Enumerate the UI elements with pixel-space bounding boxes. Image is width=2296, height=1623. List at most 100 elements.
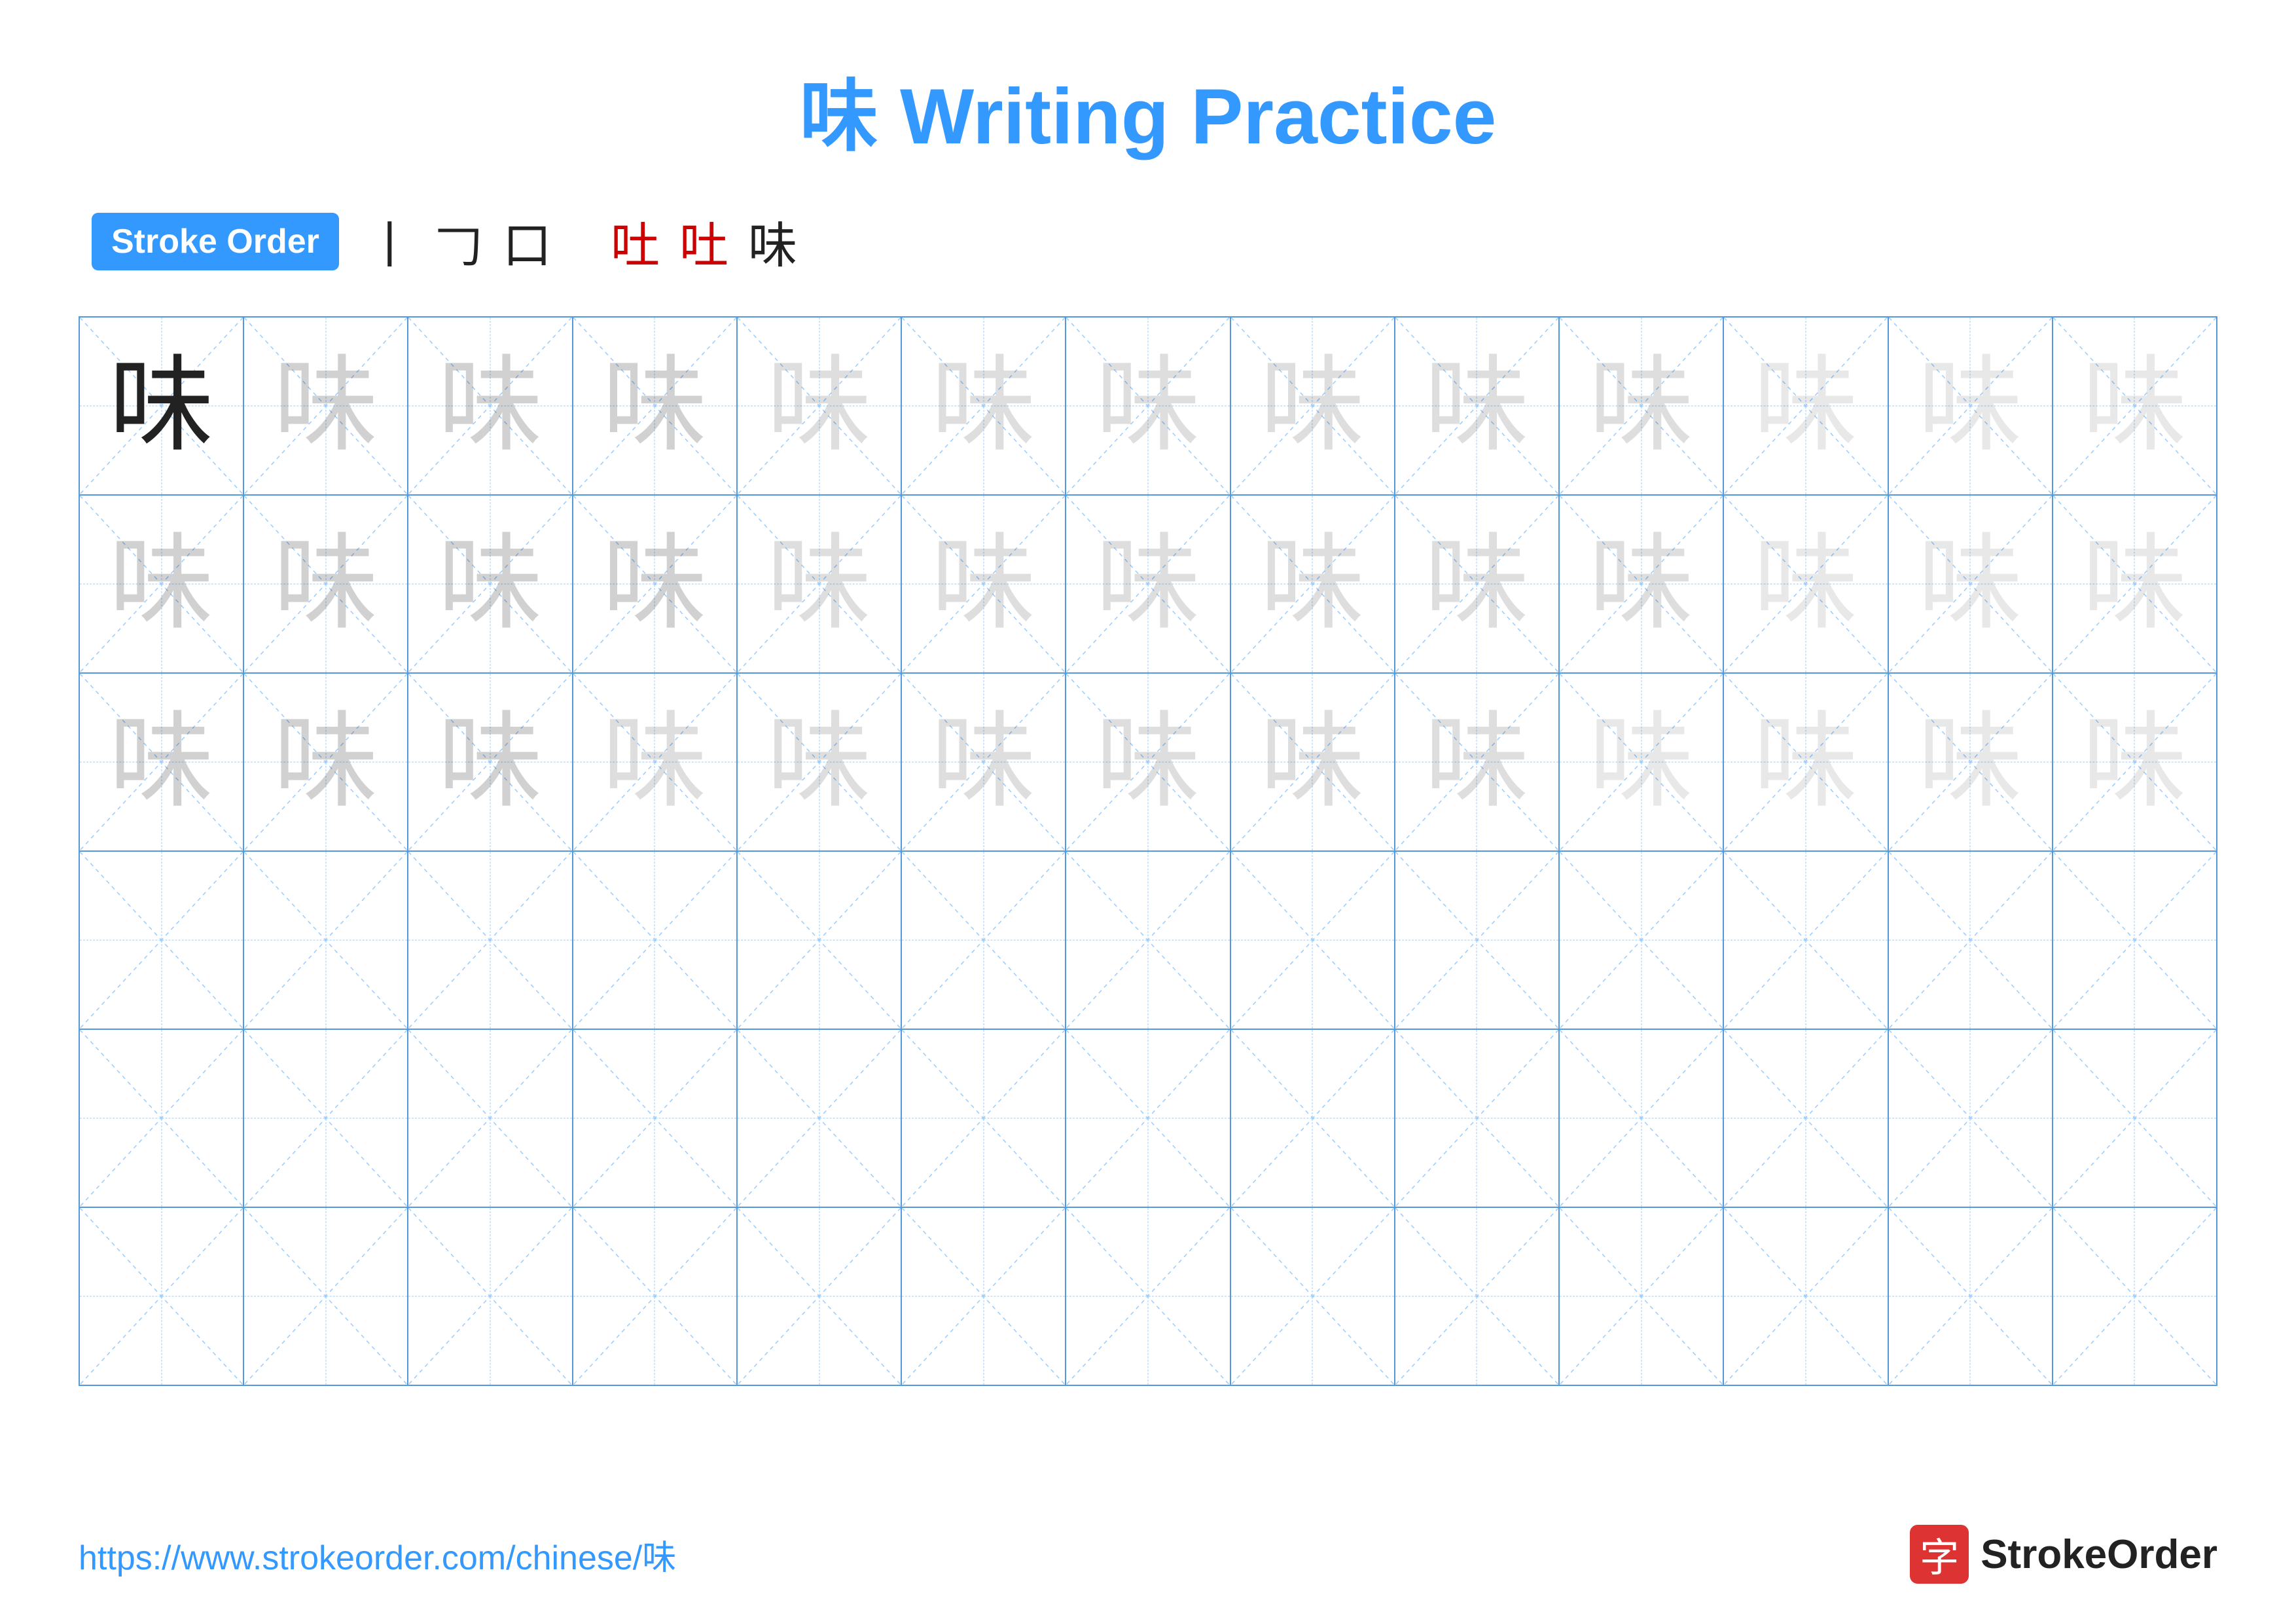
grid-cell — [902, 1208, 1066, 1385]
grid-cell: 味 — [1560, 318, 1724, 494]
grid-cell: 味 — [1724, 496, 1888, 672]
grid-cell: 味 — [738, 318, 902, 494]
grid-cell: 味 — [902, 318, 1066, 494]
grid-cell — [2053, 1030, 2216, 1207]
grid-cell — [408, 1208, 573, 1385]
stroke-order-badge: Stroke Order — [92, 213, 339, 270]
cell-character: 味 — [1096, 354, 1200, 458]
grid-cell: 味 — [80, 496, 244, 672]
grid-cell — [1231, 1030, 1395, 1207]
page: 味 Writing Practice Stroke Order 丨 𠃌 口 𠃎 … — [0, 0, 2296, 1623]
grid-cell — [738, 852, 902, 1029]
grid-cell: 味 — [408, 496, 573, 672]
grid-cell — [2053, 852, 2216, 1029]
footer-url[interactable]: https://www.strokeorder.com/chinese/味 — [79, 1530, 676, 1579]
grid-cell: 味 — [1066, 496, 1230, 672]
grid-cell — [244, 852, 408, 1029]
cell-character: 味 — [767, 354, 872, 458]
footer-logo: 字 StrokeOrder — [1910, 1525, 2217, 1584]
cell-character: 味 — [602, 532, 707, 636]
grid-cell: 味 — [2053, 496, 2216, 672]
grid-cell: 味 — [1395, 674, 1560, 850]
grid-cell: 味 — [738, 674, 902, 850]
grid-cell — [738, 1208, 902, 1385]
cell-character: 味 — [1589, 532, 1694, 636]
grid-cell — [244, 1208, 408, 1385]
cell-character: 味 — [274, 710, 378, 814]
stroke-step-7: 吐 — [679, 206, 728, 277]
grid-cell: 味 — [573, 674, 738, 850]
grid-cell — [1395, 1208, 1560, 1385]
grid-cell: 味 — [408, 674, 573, 850]
grid-cell: 味 — [902, 674, 1066, 850]
grid-cell — [573, 1208, 738, 1385]
cell-character: 味 — [931, 710, 1036, 814]
grid-cell: 味 — [1066, 674, 1230, 850]
stroke-step-2: 𠃌 — [434, 206, 483, 277]
grid-cell — [408, 852, 573, 1029]
grid-cell: 味 — [244, 674, 408, 850]
cell-character: 味 — [1424, 354, 1529, 458]
cell-character: 味 — [274, 532, 378, 636]
cell-character: 味 — [1260, 532, 1365, 636]
grid-cell: 味 — [1889, 674, 2053, 850]
cell-character: 味 — [109, 710, 214, 814]
grid-cell: 味 — [80, 318, 244, 494]
practice-grid: 味味味味味味味味味味味味味味味味味味味味味味味味味味味味味味味味味味味味味味味 — [79, 316, 2217, 1386]
stroke-order-row: Stroke Order 丨 𠃌 口 𠃎 𠃎一 吐 吐 味 — [79, 206, 2217, 277]
logo-text: StrokeOrder — [1981, 1531, 2217, 1578]
grid-cell — [1395, 1030, 1560, 1207]
cell-character: 味 — [1589, 354, 1694, 458]
cell-character: 味 — [274, 354, 378, 458]
grid-row — [80, 852, 2216, 1030]
grid-row — [80, 1208, 2216, 1385]
grid-cell: 味 — [1724, 674, 1888, 850]
cell-character: 味 — [931, 532, 1036, 636]
grid-cell: 味 — [244, 318, 408, 494]
grid-cell: 味 — [408, 318, 573, 494]
grid-cell — [1560, 1030, 1724, 1207]
stroke-step-8: 味 — [748, 206, 797, 277]
grid-cell: 味 — [1889, 318, 2053, 494]
grid-cell — [244, 1030, 408, 1207]
cell-character: 味 — [1424, 710, 1529, 814]
grid-cell: 味 — [80, 674, 244, 850]
grid-cell — [80, 1208, 244, 1385]
logo-icon: 字 — [1910, 1525, 1969, 1584]
stroke-step-3: 口 — [503, 206, 552, 277]
grid-cell — [573, 852, 738, 1029]
grid-cell — [1066, 1030, 1230, 1207]
grid-cell — [738, 1030, 902, 1207]
grid-cell — [902, 1030, 1066, 1207]
cell-character: 味 — [438, 354, 543, 458]
cell-character: 味 — [2082, 532, 2187, 636]
grid-cell: 味 — [1395, 318, 1560, 494]
grid-cell — [1889, 852, 2053, 1029]
grid-cell — [408, 1030, 573, 1207]
cell-character: 味 — [1096, 532, 1200, 636]
grid-cell: 味 — [2053, 674, 2216, 850]
grid-cell — [1231, 852, 1395, 1029]
grid-cell: 味 — [1395, 496, 1560, 672]
grid-cell — [1560, 1208, 1724, 1385]
cell-character: 味 — [109, 532, 214, 636]
grid-cell — [80, 852, 244, 1029]
grid-cell: 味 — [738, 496, 902, 672]
cell-character: 味 — [931, 354, 1036, 458]
grid-cell — [1724, 1030, 1888, 1207]
stroke-sequence: 丨 𠃌 口 𠃎 𠃎一 吐 吐 味 — [365, 206, 797, 277]
grid-cell — [2053, 1208, 2216, 1385]
cell-character: 味 — [1424, 532, 1529, 636]
cell-character: 味 — [1918, 710, 2022, 814]
grid-cell — [1066, 852, 1230, 1029]
grid-cell — [80, 1030, 244, 1207]
grid-cell — [1889, 1030, 2053, 1207]
footer: https://www.strokeorder.com/chinese/味 字 … — [79, 1525, 2217, 1584]
cell-character: 味 — [2082, 710, 2187, 814]
logo-char: 字 — [1920, 1526, 1959, 1583]
stroke-step-6: 吐 — [611, 206, 660, 277]
grid-cell: 味 — [1889, 496, 2053, 672]
grid-cell — [1889, 1208, 2053, 1385]
cell-character: 味 — [1918, 532, 2022, 636]
cell-character: 味 — [1753, 354, 1858, 458]
